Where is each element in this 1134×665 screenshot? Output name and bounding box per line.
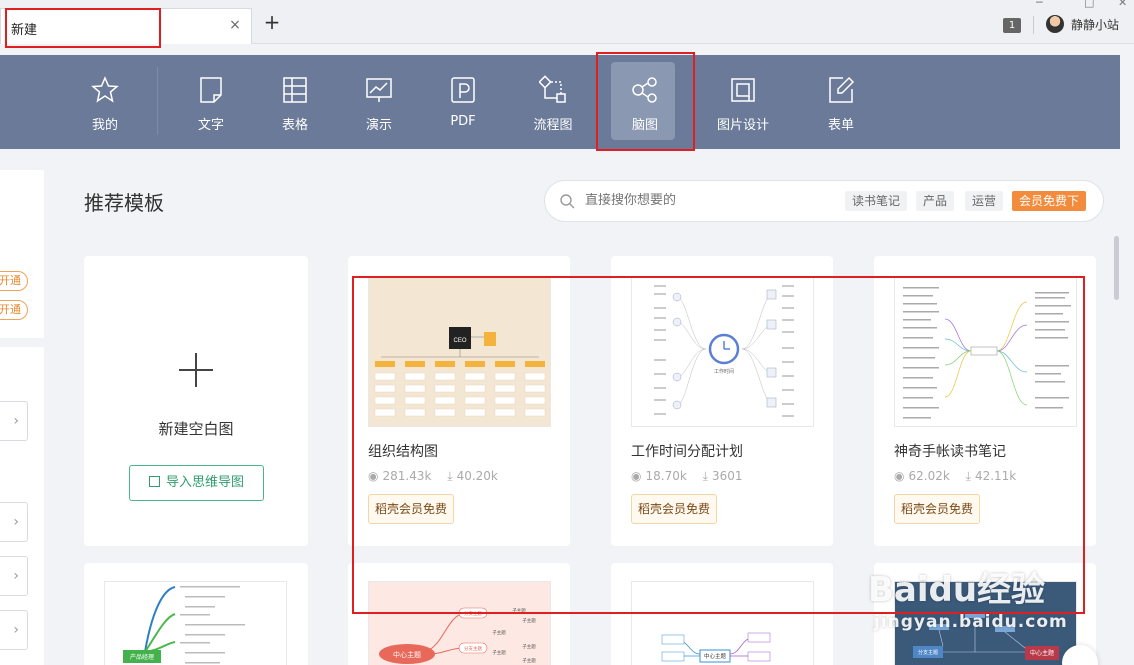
section-title: 推荐模板 bbox=[84, 191, 164, 215]
avatar[interactable] bbox=[1046, 15, 1064, 33]
search-tag-operations[interactable]: 运营 bbox=[965, 191, 1004, 211]
table-icon bbox=[283, 77, 307, 103]
nav-label: PDF bbox=[450, 114, 476, 129]
add-tab-button[interactable]: + bbox=[262, 12, 282, 33]
branch-label: 分支主题 bbox=[464, 645, 482, 652]
chevron-right-icon[interactable]: › bbox=[0, 401, 28, 441]
nav-label: 文字 bbox=[197, 118, 224, 133]
app-nav: 我的 文字 表格 演示 PDF 流程图 脑图 图片设计 表单 bbox=[0, 55, 1120, 149]
center-topic-label: 产品经理 bbox=[130, 653, 154, 661]
nav-item-presentation[interactable]: 演示 bbox=[337, 55, 421, 149]
nav-item-mine[interactable]: 我的 bbox=[63, 55, 147, 149]
document-icon bbox=[200, 77, 222, 103]
search-tag-reading-notes[interactable]: 读书笔记 bbox=[845, 191, 908, 211]
new-blank-card[interactable]: 新建空白图 导入思维导图 bbox=[84, 256, 308, 546]
search-input[interactable] bbox=[585, 193, 825, 208]
sub-topic-label: 子主题 bbox=[492, 629, 506, 636]
import-icon bbox=[148, 476, 160, 487]
sub-topic-label: 子主题 bbox=[522, 657, 536, 664]
close-icon[interactable]: × bbox=[227, 17, 243, 33]
search-tag-product[interactable]: 产品 bbox=[916, 191, 955, 211]
highlight-mindmap-nav bbox=[596, 52, 695, 151]
presentation-icon bbox=[366, 78, 392, 102]
plus-icon bbox=[179, 353, 213, 387]
user-name[interactable]: 静静小站 bbox=[1071, 16, 1119, 33]
import-mindmap-button[interactable]: 导入思维导图 bbox=[129, 465, 264, 501]
maximize-icon[interactable]: □ bbox=[1084, 0, 1094, 9]
nav-item-text[interactable]: 文字 bbox=[169, 55, 253, 149]
sub-topic-label: 子主题 bbox=[492, 649, 506, 656]
nav-label: 表格 bbox=[281, 118, 308, 133]
nav-item-flowchart[interactable]: 流程图 bbox=[511, 55, 595, 149]
minimize-icon[interactable]: ─ bbox=[1036, 0, 1043, 9]
import-label: 导入思维导图 bbox=[165, 475, 244, 490]
template-search: 读书笔记 产品 运营 会员免费下 bbox=[544, 180, 1104, 222]
pdf-icon bbox=[451, 77, 475, 103]
sub-topic-label: 子主题 bbox=[522, 617, 536, 624]
sub-topic-label: 子主题 bbox=[522, 643, 536, 650]
nav-label: 流程图 bbox=[533, 118, 573, 133]
nav-item-table[interactable]: 表格 bbox=[253, 55, 337, 149]
template-thumbnail: 产品经理 bbox=[104, 581, 287, 665]
vip-free-download-tag[interactable]: 会员免费下 bbox=[1012, 191, 1087, 211]
nav-label: 演示 bbox=[365, 118, 392, 133]
window-count-badge[interactable]: 1 bbox=[1003, 18, 1021, 33]
chevron-right-icon[interactable]: › bbox=[0, 502, 28, 542]
divider bbox=[1033, 16, 1034, 34]
new-blank-label: 新建空白图 bbox=[158, 420, 234, 438]
scrollbar[interactable] bbox=[1114, 236, 1119, 300]
nav-label: 我的 bbox=[91, 118, 118, 133]
star-icon bbox=[91, 76, 119, 103]
nav-item-image-design[interactable]: 图片设计 bbox=[701, 55, 785, 149]
nav-item-form[interactable]: 表单 bbox=[799, 55, 883, 149]
template-card[interactable]: 产品经理 bbox=[84, 563, 308, 665]
close-window-icon[interactable]: ✕ bbox=[1118, 0, 1127, 9]
sidebar-list-panel: › › › › bbox=[0, 347, 44, 665]
watermark-sub: jingyan.baidu.com bbox=[874, 612, 1068, 632]
image-design-icon bbox=[731, 78, 755, 102]
nav-divider bbox=[157, 67, 158, 135]
nav-item-pdf[interactable]: PDF bbox=[421, 55, 505, 149]
sidebar-vip-panel: 开通 开通 bbox=[0, 170, 44, 338]
flowchart-icon bbox=[539, 75, 566, 103]
nav-label: 表单 bbox=[827, 118, 854, 133]
nav-label: 图片设计 bbox=[716, 118, 769, 133]
form-icon bbox=[829, 76, 855, 103]
product-manager-preview: 产品经理 bbox=[123, 586, 245, 664]
activate-button[interactable]: 开通 bbox=[0, 300, 28, 320]
activate-button[interactable]: 开通 bbox=[0, 271, 28, 291]
chevron-right-icon[interactable]: › bbox=[0, 556, 28, 596]
watermark-main: Baidu经验 bbox=[868, 570, 1046, 610]
center-topic-label: 中心主题 bbox=[704, 652, 727, 660]
center-topic-label: 中心主题 bbox=[393, 650, 421, 659]
highlight-tab bbox=[5, 8, 161, 48]
chevron-right-icon[interactable]: › bbox=[0, 610, 28, 650]
search-icon bbox=[560, 194, 575, 209]
baidu-watermark: Baidu经验 jingyan.baidu.com bbox=[868, 540, 1088, 660]
tab-bar: 新建 × + ─ □ ✕ 1 静静小站 bbox=[0, 0, 1134, 44]
